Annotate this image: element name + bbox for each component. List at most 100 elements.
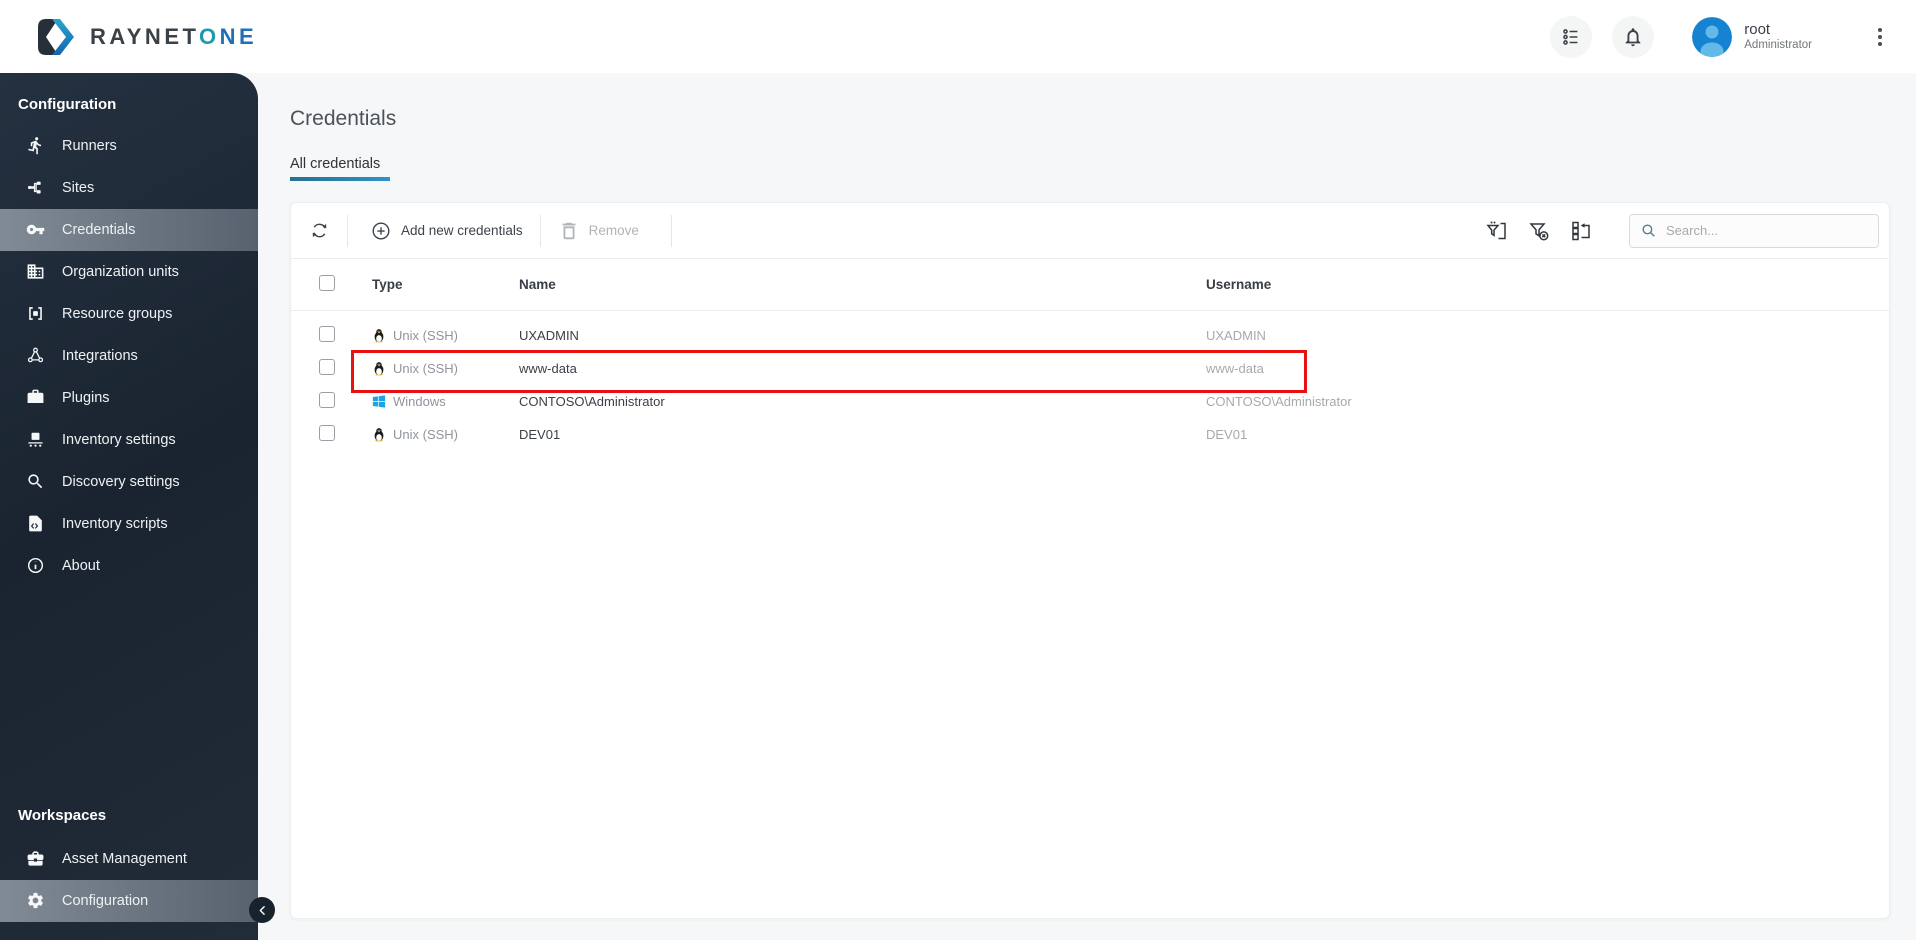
task-list-button[interactable] <box>1550 16 1592 58</box>
type-label: Unix (SSH) <box>393 361 458 376</box>
column-header-type[interactable]: Type <box>372 277 519 292</box>
add-new-credentials-button[interactable]: Add new credentials <box>370 220 523 242</box>
linux-icon <box>372 361 386 376</box>
sidebar-item[interactable]: Credentials <box>0 209 258 251</box>
column-chooser-icon <box>1569 219 1593 243</box>
sidebar-item-label: Plugins <box>62 390 110 406</box>
sidebar-item[interactable]: Sites <box>0 167 258 209</box>
row-checkbox[interactable] <box>319 359 335 375</box>
app-logo: RAYNETONE <box>36 17 257 57</box>
inventory-settings-icon <box>26 430 46 450</box>
sidebar-item-label: Runners <box>62 138 117 154</box>
table-row[interactable]: Unix (SSH) www-data www-data <box>291 352 1889 385</box>
search-icon <box>1640 222 1657 239</box>
sidebar-item-label: Asset Management <box>62 851 187 867</box>
name-cell: DEV01 <box>519 427 1206 442</box>
sidebar-section-title: Configuration <box>0 73 258 125</box>
remove-button[interactable]: Remove <box>558 220 639 242</box>
username-cell: DEV01 <box>1206 427 1889 442</box>
select-all-checkbox[interactable] <box>319 275 335 291</box>
name-cell: www-data <box>519 361 1206 376</box>
sidebar-item-label: Sites <box>62 180 94 196</box>
integrations-icon <box>26 346 46 366</box>
table-row[interactable]: Unix (SSH) DEV01 DEV01 <box>291 418 1889 451</box>
sidebar-item-label: Credentials <box>62 222 135 238</box>
sidebar-item[interactable]: Inventory scripts <box>0 503 258 545</box>
search-box <box>1629 214 1879 248</box>
sidebar-item[interactable]: Organization units <box>0 251 258 293</box>
user-name: root <box>1744 21 1812 38</box>
sidebar-section-workspaces: Workspaces Asset Management Configuratio… <box>0 807 258 940</box>
row-checkbox[interactable] <box>319 326 335 342</box>
linux-icon <box>372 427 386 442</box>
sidebar-item-label: About <box>62 558 100 574</box>
table-row[interactable]: Windows CONTOSO\Administrator CONTOSO\Ad… <box>291 385 1889 418</box>
save-filter-button[interactable] <box>1485 219 1509 243</box>
sidebar-item[interactable]: Discovery settings <box>0 461 258 503</box>
sidebar-item[interactable]: Integrations <box>0 335 258 377</box>
sidebar-item-label: Configuration <box>62 893 148 909</box>
type-cell: Unix (SSH) <box>372 328 519 343</box>
sidebar-item-label: Integrations <box>62 348 138 364</box>
notifications-button[interactable] <box>1612 16 1654 58</box>
bell-icon <box>1622 26 1644 48</box>
table-header: Type Name Username <box>291 259 1889 311</box>
avatar[interactable] <box>1692 17 1732 57</box>
row-checkbox[interactable] <box>319 392 335 408</box>
more-menu-icon[interactable] <box>1874 24 1886 50</box>
row-checkbox[interactable] <box>319 425 335 441</box>
toolbar-separator <box>540 215 541 247</box>
sidebar-item[interactable]: Asset Management <box>0 838 258 880</box>
raynet-logo-icon <box>36 17 76 57</box>
topbar: RAYNETONE root Administrator <box>0 0 1916 73</box>
type-label: Unix (SSH) <box>393 328 458 343</box>
username-cell: CONTOSO\Administrator <box>1206 394 1889 409</box>
column-header-name[interactable]: Name <box>519 277 1206 292</box>
username-cell: www-data <box>1206 361 1889 376</box>
briefcase-icon <box>26 849 46 869</box>
trash-icon <box>558 220 580 242</box>
clear-filter-button[interactable] <box>1527 219 1551 243</box>
type-cell: Unix (SSH) <box>372 427 519 442</box>
name-cell: UXADMIN <box>519 328 1206 343</box>
tab-all-credentials[interactable]: All credentials <box>290 156 386 181</box>
linux-icon <box>372 328 386 343</box>
user-info[interactable]: root Administrator <box>1744 21 1812 51</box>
organization-icon <box>26 262 46 282</box>
key-icon <box>26 220 46 240</box>
user-avatar-icon <box>1692 17 1732 57</box>
plugins-icon <box>26 388 46 408</box>
sidebar-section-configuration: Configuration Runners Sites Credentials … <box>0 73 258 587</box>
column-header-username[interactable]: Username <box>1206 277 1889 292</box>
sidebar-item-label: Resource groups <box>62 306 172 322</box>
credentials-card: Add new credentials Remove <box>290 202 1890 919</box>
sidebar-collapse-button[interactable] <box>249 897 275 923</box>
resource-groups-icon <box>26 304 46 324</box>
search-input[interactable] <box>1666 223 1868 238</box>
remove-label: Remove <box>589 223 639 238</box>
page-title: Credentials <box>290 107 1916 131</box>
sidebar-item[interactable]: About <box>0 545 258 587</box>
sidebar-item[interactable]: Runners <box>0 125 258 167</box>
task-list-icon <box>1560 26 1582 48</box>
toolbar-separator <box>671 215 672 247</box>
table-body: Unix (SSH) UXADMIN UXADMIN Unix (SSH) ww… <box>291 311 1889 451</box>
sidebar-item[interactable]: Plugins <box>0 377 258 419</box>
sidebar-item[interactable]: Configuration <box>0 880 258 922</box>
sidebar-section-title: Workspaces <box>0 807 258 838</box>
refresh-button[interactable] <box>309 220 330 241</box>
clear-filter-icon <box>1527 219 1551 243</box>
sidebar: Configuration Runners Sites Credentials … <box>0 73 258 940</box>
filter-document-icon <box>1485 219 1509 243</box>
toolbar: Add new credentials Remove <box>291 203 1889 259</box>
discovery-icon <box>26 472 46 492</box>
refresh-icon <box>309 220 330 241</box>
sidebar-item-label: Inventory scripts <box>62 516 168 532</box>
scripts-icon <box>26 514 46 534</box>
runner-icon <box>26 136 46 156</box>
column-chooser-button[interactable] <box>1569 219 1593 243</box>
sidebar-item[interactable]: Inventory settings <box>0 419 258 461</box>
table-row[interactable]: Unix (SSH) UXADMIN UXADMIN <box>291 319 1889 352</box>
sidebar-item[interactable]: Resource groups <box>0 293 258 335</box>
type-cell: Windows <box>372 394 519 409</box>
